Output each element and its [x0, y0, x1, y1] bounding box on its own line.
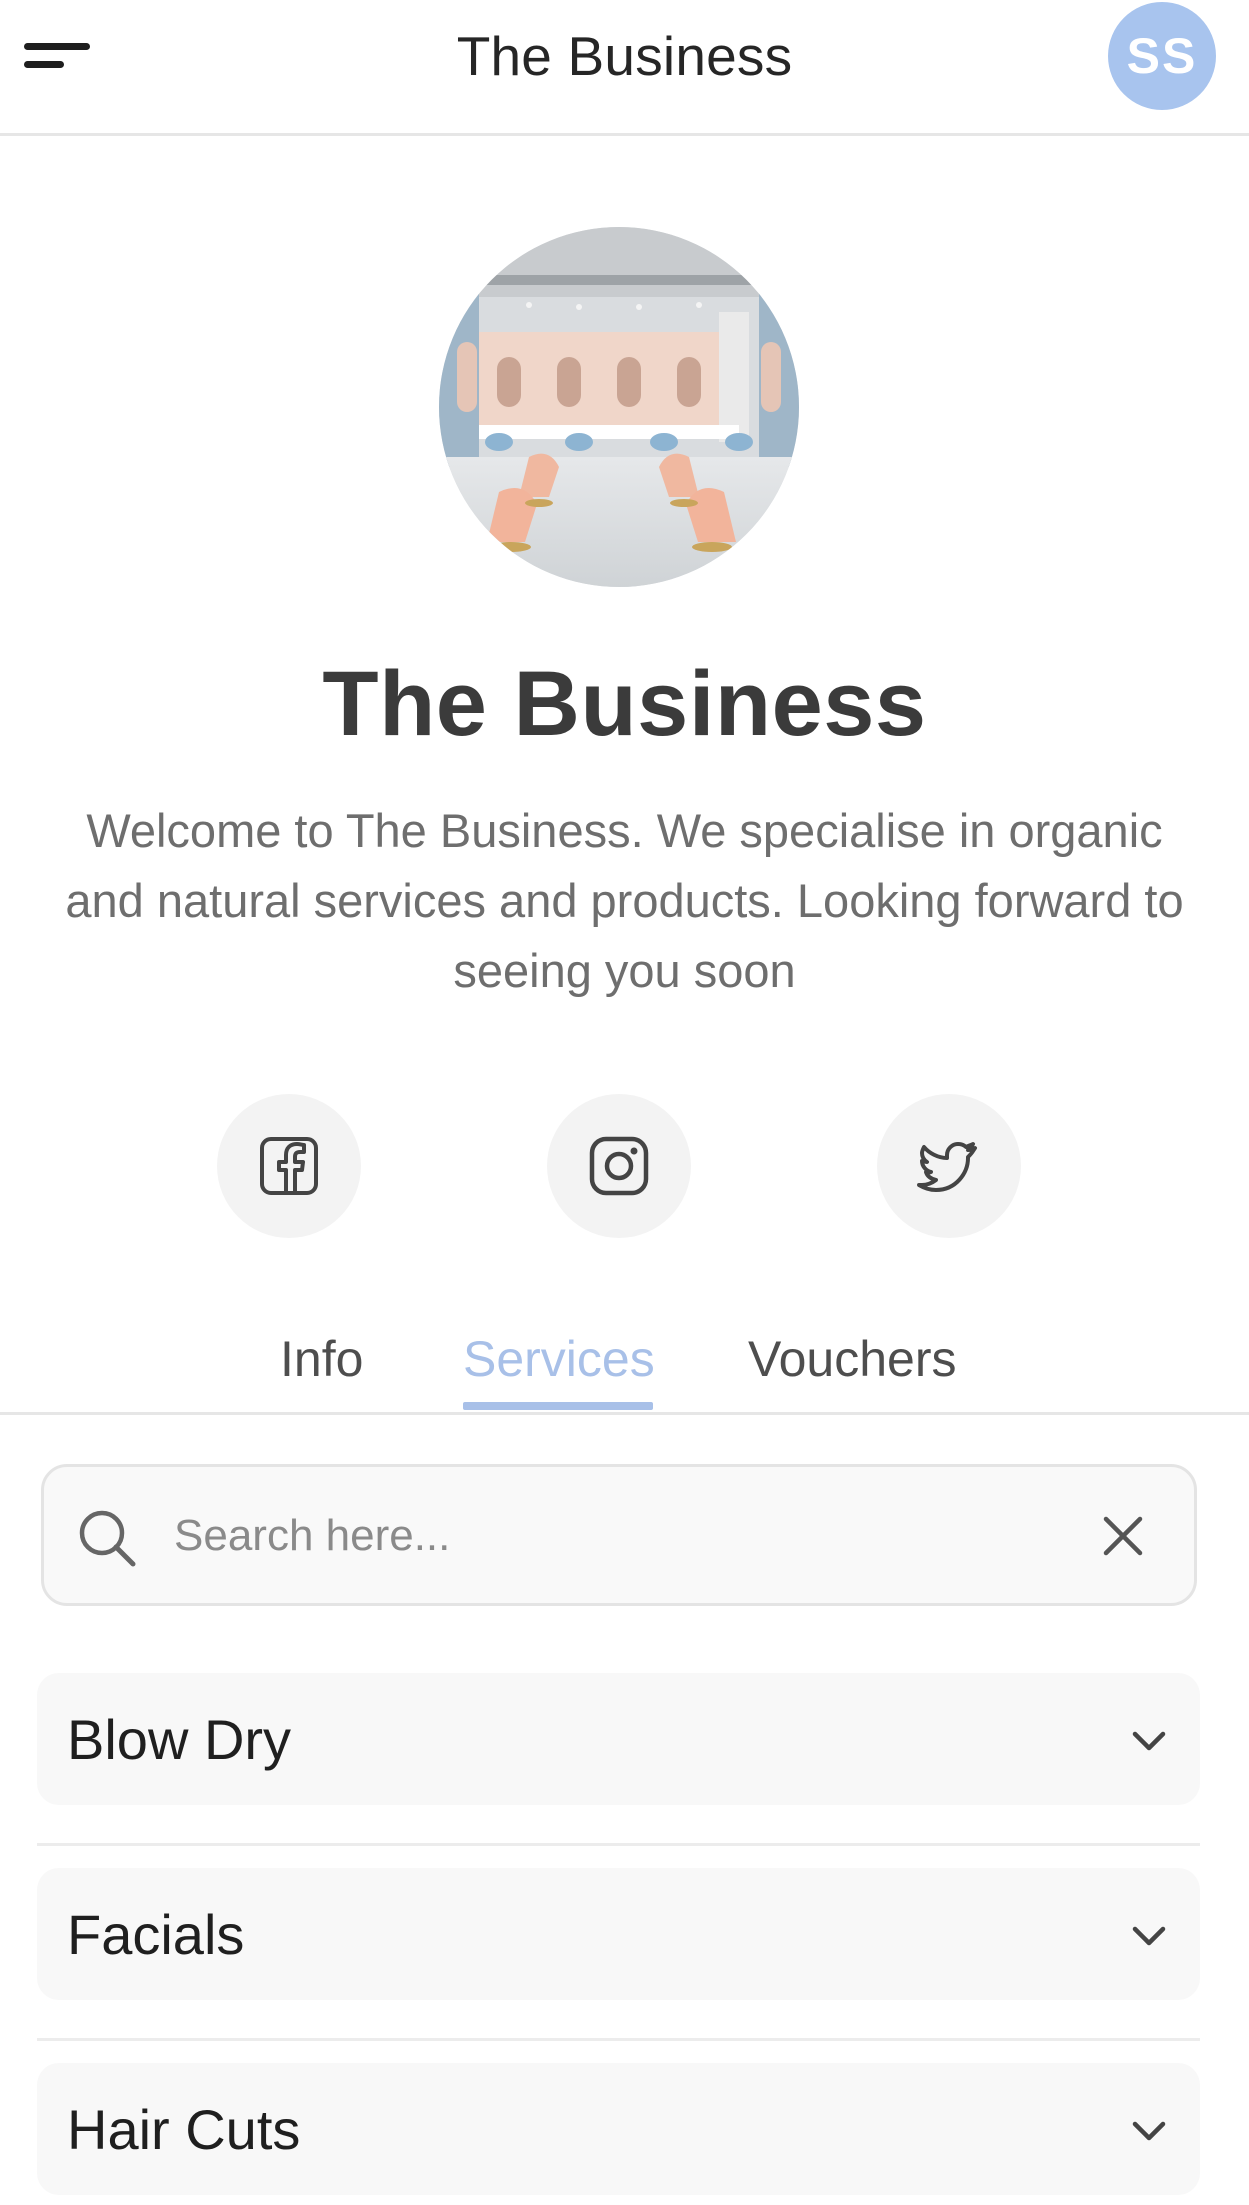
salon-interior-illustration — [439, 227, 799, 587]
chevron-down-icon — [1132, 1926, 1166, 1946]
category-label: Facials — [67, 1903, 245, 1966]
business-cover-photo — [439, 227, 799, 587]
search-bar — [41, 1464, 1197, 1606]
close-icon[interactable] — [1100, 1513, 1146, 1559]
business-description: Welcome to The Business. We specialise i… — [65, 804, 1184, 997]
twitter-button[interactable] — [877, 1094, 1021, 1238]
search-icon — [79, 1510, 136, 1567]
tab-vouchers[interactable]: Vouchers — [748, 1330, 956, 1388]
category-facials[interactable]: Facials — [37, 1868, 1200, 2000]
chevron-down-icon — [1132, 1731, 1166, 1751]
search-input[interactable] — [172, 1495, 1076, 1577]
facebook-icon — [260, 1137, 318, 1195]
tab-services[interactable]: Services — [463, 1330, 655, 1388]
category-hair-cuts[interactable]: Hair Cuts — [37, 2063, 1200, 2195]
facebook-button[interactable] — [217, 1094, 361, 1238]
category-label: Blow Dry — [67, 1708, 292, 1771]
twitter-icon — [917, 1142, 977, 1192]
header-title: The Business — [456, 25, 793, 87]
profile-tabs: Info Services Vouchers — [0, 1320, 1249, 1415]
app-header: The Business SS — [0, 0, 1249, 136]
tab-info[interactable]: Info — [280, 1330, 363, 1388]
chevron-down-icon — [1132, 2121, 1166, 2141]
category-blow-dry[interactable]: Blow Dry — [37, 1673, 1200, 1805]
divider — [37, 1843, 1200, 1846]
active-tab-indicator — [463, 1402, 653, 1410]
user-avatar[interactable]: SS — [1108, 2, 1216, 110]
business-name: The Business — [322, 653, 927, 755]
instagram-icon — [589, 1136, 649, 1196]
divider — [37, 2038, 1200, 2041]
category-label: Hair Cuts — [67, 2098, 301, 2161]
instagram-button[interactable] — [547, 1094, 691, 1238]
